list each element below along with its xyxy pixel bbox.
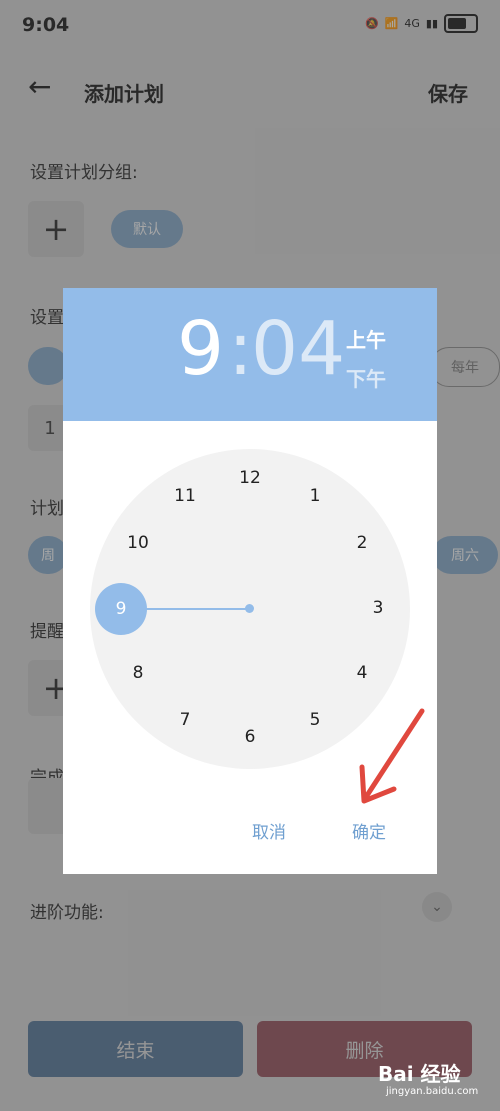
clock-number-2[interactable]: 2 [344, 525, 380, 561]
baidu-watermark: Bai 经验 jingyan.baidu.com [378, 1052, 498, 1102]
time-picker-header: 9 : 04 上午 下午 [63, 288, 437, 421]
clock-number-6[interactable]: 6 [232, 719, 268, 755]
am-toggle[interactable]: 上午 [346, 324, 386, 353]
clock-number-12[interactable]: 12 [232, 460, 268, 496]
clock-number-5[interactable]: 5 [297, 702, 333, 738]
clock-number-1[interactable]: 1 [297, 478, 333, 514]
watermark-url: jingyan.baidu.com [386, 1086, 479, 1097]
clock-center [245, 604, 254, 613]
selected-hour[interactable]: 9 [95, 583, 147, 635]
clock-number-3[interactable]: 3 [360, 590, 396, 626]
clock-number-7[interactable]: 7 [167, 702, 203, 738]
clock-number-4[interactable]: 4 [344, 655, 380, 691]
time-separator: : [228, 306, 253, 392]
confirm-button[interactable]: 确定 [352, 818, 386, 843]
annotation-arrow-icon [359, 708, 425, 804]
watermark-logo: Bai 经验 [378, 1062, 461, 1086]
cancel-button[interactable]: 取消 [252, 818, 286, 843]
clock-number-11[interactable]: 11 [167, 478, 203, 514]
pm-toggle[interactable]: 下午 [346, 363, 386, 392]
clock-number-10[interactable]: 10 [120, 525, 156, 561]
minute-display[interactable]: 04 [251, 312, 345, 386]
hour-display[interactable]: 9 [177, 312, 224, 386]
clock-number-8[interactable]: 8 [120, 655, 156, 691]
